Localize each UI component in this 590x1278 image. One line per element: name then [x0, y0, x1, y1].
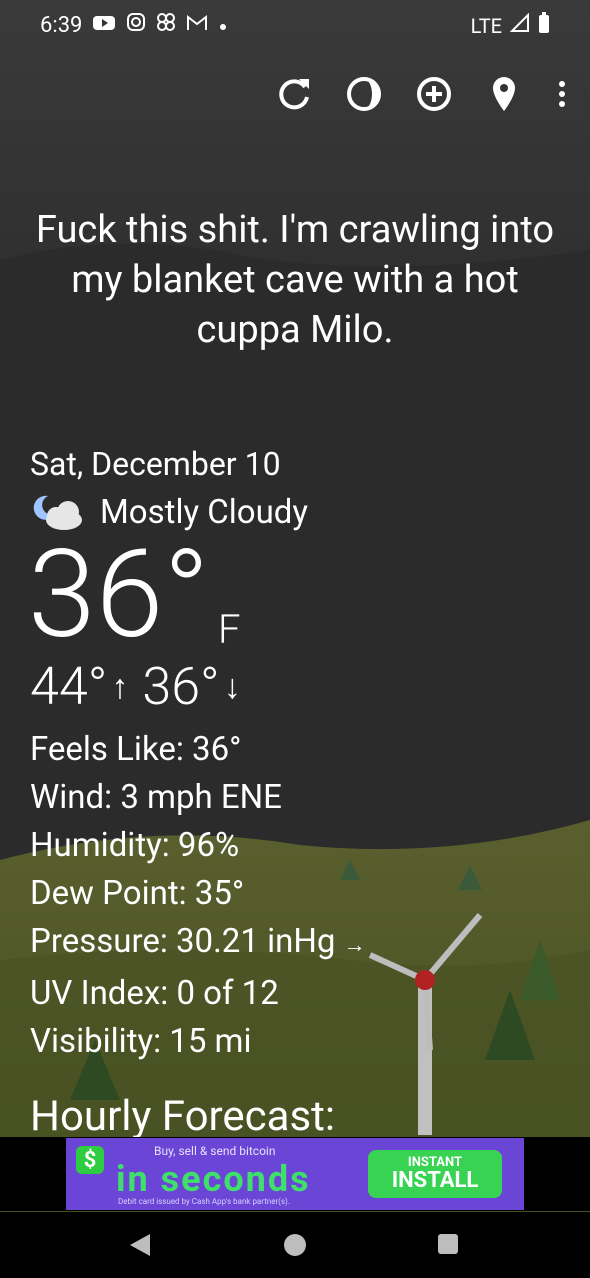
humidity: Humidity: 96% — [30, 826, 240, 865]
back-icon — [130, 1234, 150, 1256]
cash-app-logo: $ — [76, 1146, 104, 1174]
more-options-button[interactable] — [552, 72, 572, 116]
ad-top-text: Buy, sell & send bitcoin — [154, 1144, 276, 1158]
home-button[interactable] — [284, 1234, 306, 1256]
instagram-icon — [126, 12, 146, 38]
weather-details: Feels Like: 36° Wind: 3 mph ENE Humidity… — [30, 726, 366, 1066]
location-button[interactable] — [482, 72, 526, 116]
theme-button[interactable] — [342, 72, 386, 116]
dew-point: Dew Point: 35° — [30, 874, 245, 913]
toolbar — [272, 72, 572, 116]
ad-banner[interactable]: $ Buy, sell & send bitcoin in seconds De… — [66, 1138, 524, 1210]
ad-fine-print: Debit card issued by Cash App's bank par… — [118, 1197, 290, 1206]
up-arrow-icon: ↑ — [111, 666, 129, 707]
pressure: Pressure: 30.21 inHg — [30, 922, 336, 961]
ad-button-line2: INSTALL — [391, 1168, 479, 1193]
refresh-icon — [279, 79, 309, 110]
clock: 6:39 — [40, 12, 83, 38]
current-temperature: 36° — [28, 523, 210, 666]
recents-button[interactable] — [438, 1234, 458, 1254]
dot-icon — [218, 13, 228, 38]
youtube-icon — [92, 13, 116, 38]
high-low-row: 44° ↑ 36° ↓ — [30, 656, 255, 717]
status-bar: 6:39 LTE — [0, 0, 590, 52]
temperature-unit: F — [218, 606, 241, 653]
low-temperature: 36° — [142, 656, 220, 717]
battery-icon — [538, 12, 550, 40]
down-arrow-icon: ↓ — [223, 666, 241, 707]
feels-like: Feels Like: 36° — [30, 730, 242, 769]
add-location-icon — [417, 77, 451, 111]
more-vert-icon — [559, 81, 565, 107]
location-pin-icon — [493, 77, 515, 111]
add-location-button[interactable] — [412, 72, 456, 116]
navigation-bar — [0, 1212, 590, 1278]
wind: Wind: 3 mph ENE — [30, 778, 282, 817]
theme-icon — [347, 77, 381, 111]
pinwheel-icon — [156, 12, 176, 38]
hourly-forecast-heading: Hourly Forecast: — [30, 1092, 336, 1141]
pressure-arrow-icon: → — [343, 933, 366, 958]
uv-index: UV Index: 0 of 12 — [30, 974, 279, 1013]
ad-main-text: in seconds — [116, 1158, 311, 1200]
date-label: Sat, December 10 — [30, 445, 281, 483]
signal-icon — [509, 12, 530, 39]
gmail-icon — [186, 13, 208, 38]
visibility: Visibility: 15 mi — [30, 1022, 252, 1061]
network-label: LTE — [470, 14, 502, 38]
refresh-button[interactable] — [272, 72, 316, 116]
back-button[interactable] — [128, 1232, 152, 1262]
weather-quote: Fuck this shit. I'm crawling into my bla… — [35, 208, 555, 352]
pressure-row: Pressure: 30.21 inHg → — [30, 918, 366, 970]
ad-install-button[interactable]: INSTANT INSTALL — [368, 1150, 502, 1198]
high-temperature: 44° — [30, 656, 108, 717]
